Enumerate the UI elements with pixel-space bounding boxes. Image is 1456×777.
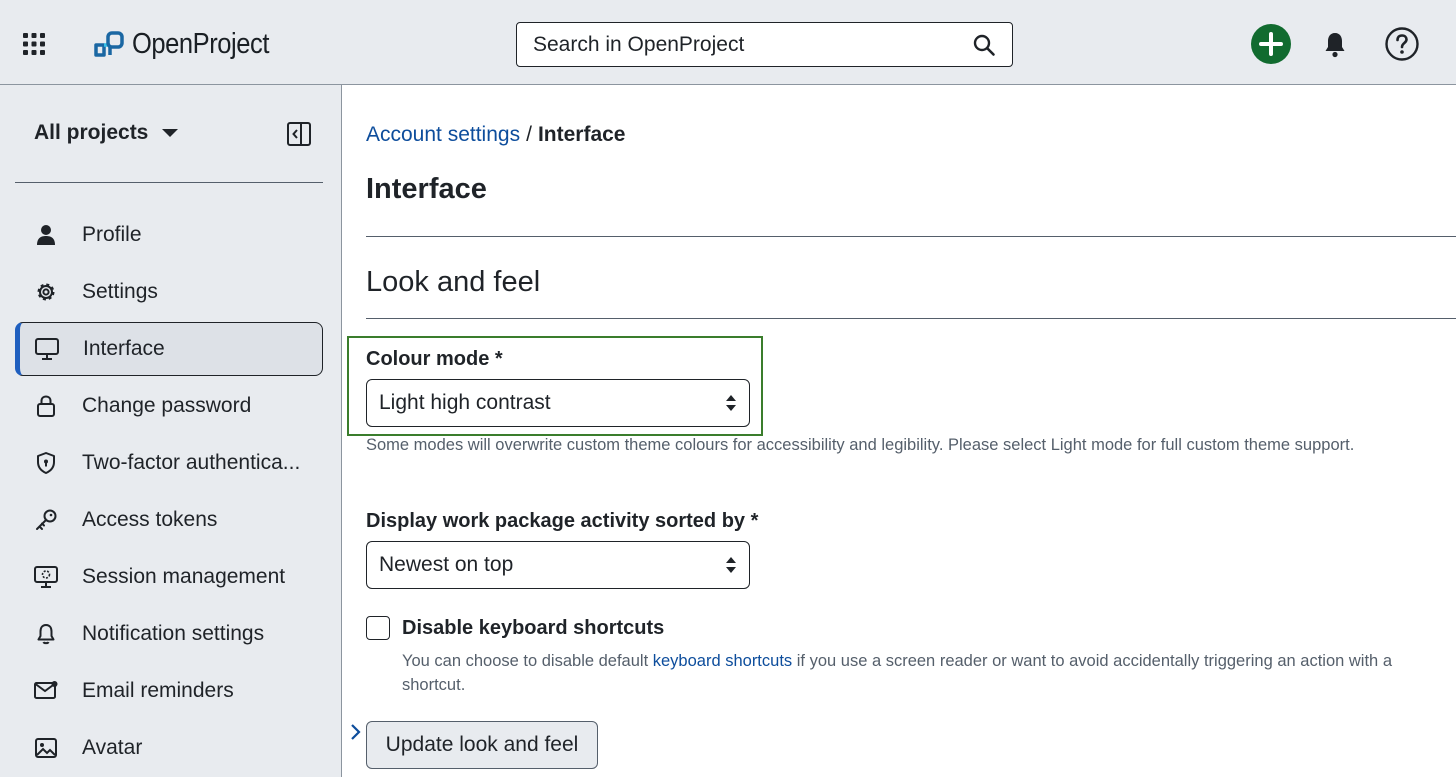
help-icon (1385, 27, 1419, 61)
sidebar-item-label: Access tokens (82, 508, 218, 531)
sidebar-divider (15, 182, 323, 183)
section-divider (366, 318, 1456, 319)
breadcrumb-account-settings[interactable]: Account settings (366, 123, 520, 146)
lock-icon (37, 395, 55, 417)
logo-mark-icon (94, 31, 124, 57)
chevron-right-icon[interactable] (350, 723, 362, 741)
sidebar-collapse-icon (287, 122, 311, 146)
project-selector-label: All projects (34, 121, 149, 144)
activity-sort-label: Display work package activity sorted by … (366, 510, 759, 532)
colour-mode-label: Colour mode * (366, 348, 503, 370)
grid-menu-button[interactable] (22, 32, 46, 56)
sidebar-item-label: Change password (82, 394, 252, 417)
monitor-icon (35, 338, 59, 360)
sidebar-item-label: Avatar (82, 736, 143, 759)
sidebar-item-label: Interface (83, 337, 165, 360)
sidebar-item-label: Session management (82, 565, 286, 588)
top-header: OpenProject Search in OpenProject (0, 0, 1456, 85)
select-arrows-icon (726, 395, 736, 411)
sidebar-item-label: Settings (82, 280, 158, 303)
disable-shortcuts-label[interactable]: Disable keyboard shortcuts (402, 617, 664, 640)
keyboard-shortcuts-link[interactable]: keyboard shortcuts (653, 652, 792, 670)
image-icon (35, 738, 57, 758)
collapse-sidebar-button[interactable] (286, 121, 312, 147)
title-divider (366, 236, 1456, 237)
openproject-logo[interactable]: OpenProject (92, 26, 288, 62)
session-icon (34, 566, 58, 588)
notifications-button[interactable] (1320, 29, 1350, 59)
search-icon[interactable] (972, 33, 996, 57)
bell-icon (1325, 33, 1345, 58)
sidebar-item-label: Two-factor authentica... (82, 451, 301, 474)
shield-icon (37, 452, 55, 474)
page-title: Interface (366, 173, 487, 205)
breadcrumb: Account settings / Interface (366, 123, 625, 147)
sidebar-item-notification-settings[interactable]: Notification settings (15, 607, 323, 661)
sidebar-item-settings[interactable]: Settings (15, 265, 323, 319)
sidebar-item-interface[interactable]: Interface (15, 322, 323, 376)
main-content: Account settings / Interface Interface Loo… (342, 85, 1456, 777)
caret-down-icon (162, 129, 179, 137)
sidebar-item-label: Notification settings (82, 622, 265, 645)
sidebar-item-access-tokens[interactable]: Access tokens (15, 493, 323, 547)
project-selector[interactable]: All projects (34, 121, 179, 145)
sidebar-item-label: Email reminders (82, 679, 234, 702)
section-title: Look and feel (366, 266, 541, 298)
bell-outline-icon (37, 624, 55, 645)
update-look-and-feel-button[interactable]: Update look and feel (366, 721, 598, 769)
disable-shortcuts-checkbox[interactable] (366, 616, 390, 640)
breadcrumb-separator: / (526, 123, 532, 146)
activity-sort-select[interactable]: Newest on top (366, 541, 750, 589)
sidebar: All projects Profile Settings Interface … (0, 85, 342, 777)
colour-mode-select[interactable]: Light high contrast (366, 379, 750, 427)
mail-icon (34, 681, 58, 699)
search-placeholder: Search in OpenProject (533, 32, 745, 56)
select-arrows-icon (726, 557, 736, 573)
activity-sort-value: Newest on top (379, 553, 514, 576)
gear-icon (37, 283, 55, 301)
sidebar-item-profile[interactable]: Profile (15, 208, 323, 262)
sidebar-item-change-password[interactable]: Change password (15, 379, 323, 433)
key-icon (36, 509, 57, 530)
search-input[interactable]: Search in OpenProject (516, 22, 1013, 67)
shortcuts-help-before: You can choose to disable default (402, 652, 653, 670)
sidebar-item-label: Profile (82, 223, 142, 246)
sidebar-item-avatar[interactable]: Avatar (15, 721, 323, 775)
user-icon (37, 225, 55, 245)
sidebar-item-two-factor[interactable]: Two-factor authentica... (15, 436, 323, 490)
logo-text: OpenProject (132, 27, 270, 60)
disable-shortcuts-help: You can choose to disable default keyboa… (402, 649, 1402, 697)
sidebar-item-session-management[interactable]: Session management (15, 550, 323, 604)
sidebar-item-email-reminders[interactable]: Email reminders (15, 664, 323, 718)
breadcrumb-current: Interface (537, 123, 626, 146)
help-button[interactable] (1384, 26, 1420, 62)
create-button[interactable] (1251, 24, 1291, 64)
plus-icon (1259, 32, 1283, 56)
colour-mode-help: Some modes will overwrite custom theme c… (366, 436, 1355, 454)
colour-mode-value: Light high contrast (379, 391, 551, 414)
grid-icon (23, 33, 45, 55)
